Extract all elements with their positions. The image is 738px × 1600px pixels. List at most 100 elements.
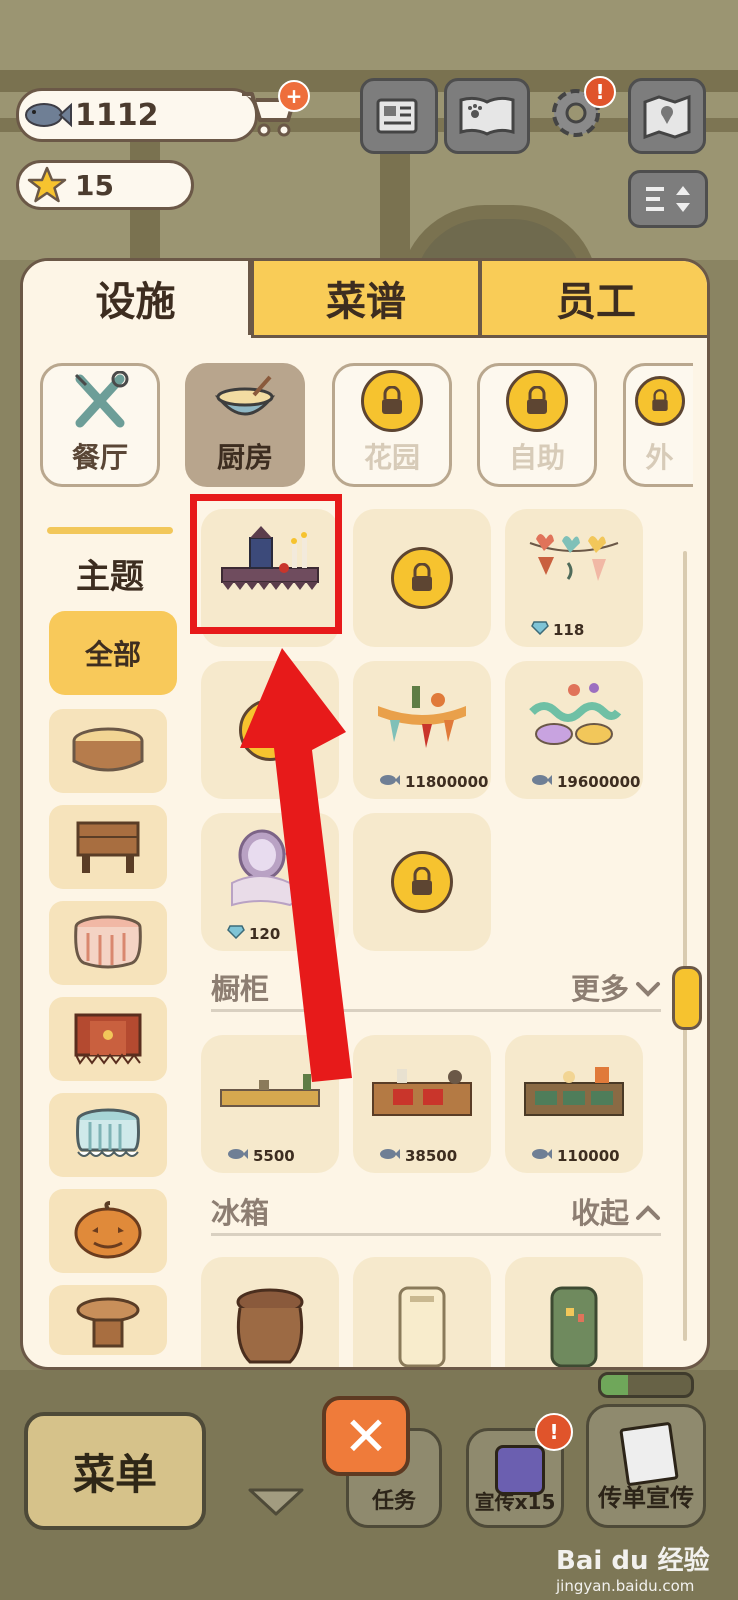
fish-icon <box>379 1147 401 1165</box>
item-locked[interactable] <box>201 661 339 799</box>
item-price: 110000 <box>531 1147 620 1165</box>
lock-icon <box>391 547 453 609</box>
wooden-table-icon[interactable] <box>49 805 167 889</box>
fish-icon <box>379 773 401 791</box>
vintage-mirror-icon <box>201 813 339 923</box>
newspaper-icon <box>376 98 418 134</box>
map-icon <box>643 94 691 140</box>
category-restaurant[interactable]: 餐厅 <box>40 363 160 487</box>
item-retro-fridge[interactable] <box>353 1257 491 1367</box>
category-label: 厨房 <box>216 441 273 474</box>
item-locked[interactable] <box>353 509 491 647</box>
carrot-banner-icon <box>353 661 491 771</box>
tulip-garland-icon <box>505 509 643 619</box>
scroll-down-button[interactable] <box>246 1486 306 1518</box>
checkered-tablecloth-table-icon[interactable] <box>49 901 167 985</box>
price-value: 118 <box>553 621 585 639</box>
item-price: 118 <box>531 621 584 639</box>
fish-icon <box>531 773 553 791</box>
red-drawer-counter-icon <box>353 1035 491 1145</box>
category-label: 外 <box>645 441 674 474</box>
newspaper-button[interactable] <box>360 78 438 154</box>
highlight-box <box>190 494 342 634</box>
theme-all-button[interactable]: 全部 <box>49 611 177 695</box>
item-price: 120 <box>227 925 280 943</box>
category-garden[interactable]: 花园 <box>332 363 452 487</box>
progress-fill <box>601 1375 628 1395</box>
green-fridge-icon <box>505 1271 643 1367</box>
category-self-service[interactable]: 自助 <box>477 363 597 487</box>
category-kitchen[interactable]: 厨房 <box>185 363 305 487</box>
baidu-watermark: Bai du 经验 jingyan.baidu.com <box>556 1540 710 1595</box>
lace-tablecloth-table-icon[interactable] <box>49 1093 167 1177</box>
paw-tablecloth-table-icon[interactable] <box>49 997 167 1081</box>
section-title: 冰箱 <box>211 1196 270 1230</box>
paw-book-button[interactable] <box>444 78 530 154</box>
tab-recipes[interactable]: 菜谱 <box>251 261 481 338</box>
price-value: 5500 <box>253 1147 295 1165</box>
fish-icon <box>227 1147 249 1165</box>
sort-icon <box>646 186 690 212</box>
item-sack[interactable] <box>201 1257 339 1367</box>
section-toggle[interactable]: 更多 <box>571 966 661 1008</box>
settings-button[interactable]: ! <box>540 76 616 148</box>
promo-button[interactable]: 宣传x15 ! <box>466 1413 573 1528</box>
round-wood-table-icon[interactable] <box>49 1285 167 1355</box>
section-header-cabinets: 橱柜 更多 <box>211 965 661 1012</box>
pumpkin-table-icon[interactable] <box>49 1189 167 1273</box>
flyer-promo-button[interactable]: 传单宣传 <box>586 1404 706 1528</box>
category-label: 餐厅 <box>71 441 128 474</box>
tab-facilities[interactable]: 设施 <box>23 261 251 335</box>
section-toggle[interactable]: 收起 <box>571 1190 661 1232</box>
fish-currency-counter: 1112 <box>16 88 258 142</box>
item-price: 19600000 <box>531 773 641 791</box>
chevron-down-icon <box>635 970 661 1004</box>
tools-icon <box>74 371 129 428</box>
item-locked[interactable] <box>353 813 491 951</box>
lock-icon <box>361 370 423 432</box>
carnival-mask-icon <box>505 661 643 771</box>
star-amount: 15 <box>75 168 114 202</box>
theme-divider <box>47 527 173 534</box>
wood-counter-icon <box>201 1035 339 1145</box>
chevron-down-icon <box>248 1488 304 1516</box>
map-button[interactable] <box>628 78 706 154</box>
promo-card-icon <box>495 1445 545 1495</box>
shop-cart-button[interactable]: + <box>238 80 310 146</box>
item-wood-counter[interactable]: 5500 <box>201 1035 339 1173</box>
sort-button[interactable] <box>628 170 708 228</box>
category-label: 花园 <box>363 441 420 474</box>
price-value: 120 <box>249 925 281 943</box>
lock-icon <box>634 376 685 426</box>
scrollbar-thumb[interactable] <box>672 966 702 1030</box>
lock-icon <box>239 699 301 761</box>
menu-button[interactable]: 菜单 <box>24 1412 206 1530</box>
price-value: 110000 <box>557 1147 620 1165</box>
price-value: 19600000 <box>557 773 641 791</box>
item-green-drawer-counter[interactable]: 110000 <box>505 1035 643 1173</box>
wood-stump-table-icon[interactable] <box>49 709 167 793</box>
close-button[interactable]: ✕ <box>322 1396 410 1476</box>
scrollbar-track[interactable] <box>683 551 687 1341</box>
item-tulip-garland[interactable]: 118 <box>505 509 643 647</box>
section-header-fridge: 冰箱 收起 <box>211 1189 661 1236</box>
paw-book-icon <box>459 96 515 136</box>
item-red-drawer-counter[interactable]: 38500 <box>353 1035 491 1173</box>
retro-fridge-icon <box>353 1271 491 1367</box>
facility-panel: 设施 菜谱 员工 餐厅 厨房 花园 自助 外 主题 全部 118 1180000… <box>20 258 710 1370</box>
price-value: 38500 <box>405 1147 458 1165</box>
item-price: 11800000 <box>379 773 489 791</box>
lock-icon <box>391 851 453 913</box>
lock-icon <box>506 370 568 432</box>
item-carrot-banner[interactable]: 11800000 <box>353 661 491 799</box>
plus-icon: + <box>278 80 310 112</box>
theme-title: 主题 <box>76 557 144 597</box>
tab-staff[interactable]: 员工 <box>479 261 707 338</box>
close-icon: ✕ <box>343 1404 389 1468</box>
item-green-fridge[interactable] <box>505 1257 643 1367</box>
item-vintage-mirror[interactable]: 120 <box>201 813 339 951</box>
item-carnival-mask[interactable]: 19600000 <box>505 661 643 799</box>
star-counter: 15 <box>16 160 194 210</box>
alert-badge: ! <box>535 1413 573 1451</box>
category-outdoor[interactable]: 外 <box>623 363 693 487</box>
